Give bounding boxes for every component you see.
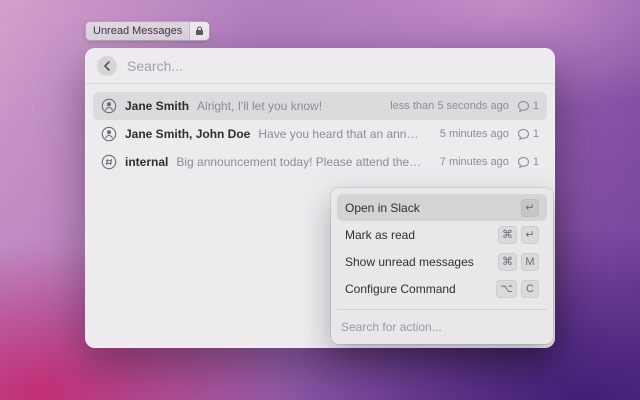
- command-key-icon: ⌘: [498, 226, 517, 244]
- c-key: C: [521, 280, 539, 298]
- message-preview: Have you heard that an announcement is c…: [258, 127, 423, 141]
- person-icon: [101, 98, 117, 114]
- search-input[interactable]: [127, 58, 543, 74]
- chevron-left-icon: [103, 61, 111, 71]
- return-key-icon: ↵: [521, 199, 539, 217]
- message-time: 7 minutes ago: [440, 156, 509, 168]
- unread-count-value: 1: [533, 156, 539, 168]
- command-tag[interactable]: Unread Messages: [85, 21, 210, 41]
- unread-count-value: 1: [533, 128, 539, 140]
- action-shortcut: ⌘ ↵: [498, 226, 539, 244]
- action-shortcut: ⌥ C: [496, 280, 539, 298]
- unread-count: 1: [517, 100, 539, 113]
- channel-icon: [101, 154, 117, 170]
- message-row[interactable]: Jane Smith Alright, I'll let you know! l…: [93, 92, 547, 120]
- action-label: Mark as read: [345, 228, 415, 242]
- message-row[interactable]: internal Big announcement today! Please …: [93, 148, 547, 176]
- sender-name: internal: [125, 155, 168, 169]
- unread-count: 1: [517, 128, 539, 141]
- message-row[interactable]: Jane Smith, John Doe Have you heard that…: [93, 120, 547, 148]
- search-header: [85, 48, 555, 84]
- actions-menu: Open in Slack ↵ Mark as read ⌘ ↵ Show un…: [331, 188, 553, 344]
- option-key-icon: ⌥: [496, 280, 517, 298]
- desktop-wallpaper: Unread Messages Jane Smith Alright, I'll…: [0, 0, 640, 400]
- actions-footer: [337, 309, 547, 338]
- chat-bubble-icon: [517, 156, 530, 169]
- message-time: less than 5 seconds ago: [390, 100, 509, 112]
- action-search-input[interactable]: [341, 320, 543, 334]
- message-time: 5 minutes ago: [440, 128, 509, 140]
- action-shortcut: ↵: [521, 199, 539, 217]
- chat-bubble-icon: [517, 100, 530, 113]
- message-list: Jane Smith Alright, I'll let you know! l…: [85, 84, 555, 176]
- launcher-panel: Jane Smith Alright, I'll let you know! l…: [85, 48, 555, 348]
- action-shortcut: ⌘ M: [498, 253, 539, 271]
- action-label: Configure Command: [345, 282, 456, 296]
- unread-count-value: 1: [533, 100, 539, 112]
- lock-icon: [189, 22, 209, 40]
- action-show-unread-messages[interactable]: Show unread messages ⌘ M: [337, 248, 547, 275]
- sender-name: Jane Smith, John Doe: [125, 127, 250, 141]
- action-label: Show unread messages: [345, 255, 474, 269]
- back-button[interactable]: [97, 56, 117, 76]
- chat-bubble-icon: [517, 128, 530, 141]
- action-label: Open in Slack: [345, 201, 420, 215]
- command-tag-label: Unread Messages: [86, 25, 189, 37]
- m-key: M: [521, 253, 539, 271]
- action-configure-command[interactable]: Configure Command ⌥ C: [337, 275, 547, 302]
- message-preview: Alright, I'll let you know!: [197, 99, 322, 113]
- unread-count: 1: [517, 156, 539, 169]
- action-open-in-slack[interactable]: Open in Slack ↵: [337, 194, 547, 221]
- person-icon: [101, 126, 117, 142]
- message-preview: Big announcement today! Please attend th…: [176, 155, 423, 169]
- sender-name: Jane Smith: [125, 99, 189, 113]
- action-mark-as-read[interactable]: Mark as read ⌘ ↵: [337, 221, 547, 248]
- return-key-icon: ↵: [521, 226, 539, 244]
- command-key-icon: ⌘: [498, 253, 517, 271]
